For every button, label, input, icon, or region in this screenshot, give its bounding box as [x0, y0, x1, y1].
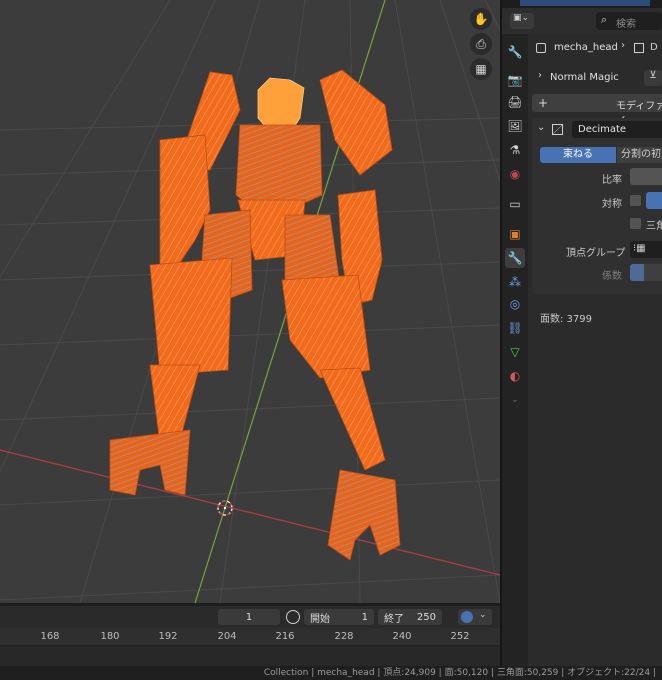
tab-unsubdivide-label: 分割の初	[621, 149, 661, 160]
add-modifier-button[interactable]: + モディファイ	[532, 94, 662, 127]
modifier-name: Decimate	[578, 124, 627, 135]
search-input[interactable]: ⌕ 検索	[596, 12, 662, 30]
start-frame-field[interactable]: 開始 1	[304, 609, 374, 625]
timeline-ruler[interactable]: 168 180 192 204 216 228 240 252	[0, 628, 500, 646]
tick-label: 228	[334, 631, 354, 642]
selection-strip	[520, 0, 650, 6]
3d-viewport[interactable]: ✋ ⎙ ▦	[0, 0, 500, 603]
material-icon[interactable]: ◐	[505, 366, 525, 386]
search-icon: ⌕	[601, 13, 608, 26]
tab-unsubdivide[interactable]: 分割の初	[617, 147, 662, 163]
factor-label: 係数	[602, 271, 622, 282]
tick-label: 180	[100, 631, 120, 642]
collection-icon[interactable]: ▭	[505, 194, 525, 214]
triangulate-label: 三角	[646, 221, 662, 232]
chevron-down-icon[interactable]: ⌄	[537, 122, 545, 133]
modifier-icon[interactable]: 🔧	[505, 248, 525, 268]
modifier-name-field[interactable]: Decimate	[572, 121, 662, 138]
tick-label: 240	[392, 631, 412, 642]
mecha-model[interactable]	[109, 69, 401, 561]
keying-icon	[461, 611, 473, 623]
chevron-down-icon: ⌄	[479, 610, 487, 620]
plus-icon: +	[538, 96, 549, 110]
start-label: 開始	[310, 613, 330, 625]
tool-icon[interactable]: 🔧	[505, 42, 525, 62]
breadcrumb: mecha_head › D	[528, 38, 662, 58]
tick-label: 216	[275, 631, 295, 642]
status-bar: Collection | mecha_head | 頂点:24,909 | 面:…	[0, 666, 662, 680]
factor-fill	[630, 264, 644, 281]
symmetry-label: 対称	[602, 199, 622, 210]
view-layer-icon[interactable]: 🖼	[505, 116, 525, 136]
viewport-scene	[0, 0, 500, 603]
symmetry-axis-button[interactable]	[646, 192, 662, 209]
timeline-tracks[interactable]	[0, 646, 500, 666]
ratio-label: 比率	[602, 175, 622, 186]
decimate-modifier-panel: ⌄ Decimate 束ねる 分割の初 比率 対称 三角 頂点グループ ⁝▦ 係…	[532, 118, 662, 325]
data-icon[interactable]: ▽	[505, 342, 525, 362]
editor-type-dropdown[interactable]: ▣⌄	[510, 13, 534, 29]
symmetry-checkbox[interactable]	[630, 195, 641, 206]
mecha-head-active	[257, 77, 305, 133]
object-name: Normal Magic	[550, 72, 619, 83]
output-icon[interactable]: 🖨	[505, 92, 525, 112]
vertex-group-icon: ⁝▦	[633, 243, 646, 254]
tab-collapse-label: 束ねる	[563, 149, 593, 160]
stopwatch-icon[interactable]	[286, 610, 300, 624]
grid-icon[interactable]: ▦	[470, 58, 492, 80]
keying-dropdown[interactable]: ⌄	[458, 609, 492, 625]
end-label: 終了	[384, 613, 404, 625]
current-frame-field[interactable]: 1	[218, 609, 280, 625]
timeline-header: 1 開始 1 終了 250 ⌄	[0, 606, 500, 628]
current-frame-value: 1	[245, 611, 253, 623]
triangulate-checkbox[interactable]	[630, 218, 641, 229]
render-icon[interactable]: 📷	[505, 70, 525, 90]
tick-label: 168	[40, 631, 60, 642]
search-placeholder: 検索	[616, 19, 636, 30]
constraints-icon[interactable]: ⛓	[505, 318, 525, 338]
object-icon[interactable]: ▣	[505, 224, 525, 244]
pin-icon[interactable]: ⊻	[644, 70, 662, 86]
hand-icon[interactable]: ✋	[470, 8, 492, 30]
properties-header: ▣⌄ ⌕ 検索	[502, 8, 662, 34]
end-frame-field[interactable]: 終了 250	[378, 609, 442, 625]
tick-label: 192	[158, 631, 178, 642]
properties-tabs: 🔧 📷 🖨 🖼 ⚗ ◉ ▭ ▣ 🔧 ⁂ ◎ ⛓ ▽ ◐ ⌄	[502, 34, 528, 666]
tab-collapse[interactable]: 束ねる	[540, 147, 616, 163]
scene-statistics: Collection | mecha_head | 頂点:24,909 | 面:…	[263, 668, 656, 678]
tick-label: 204	[217, 631, 237, 642]
camera-icon[interactable]: ⎙	[470, 33, 492, 55]
breadcrumb-next: D	[650, 42, 658, 53]
properties-panel: mecha_head › D › Normal Magic ⊻ + モディファイ…	[528, 34, 662, 666]
start-value: 1	[361, 611, 368, 623]
factor-slider[interactable]	[630, 264, 662, 281]
decimate-icon	[552, 124, 563, 135]
physics-icon[interactable]: ◎	[505, 294, 525, 314]
x-axis-line	[0, 449, 500, 576]
chevron-right-icon: ›	[621, 40, 625, 51]
scene-icon[interactable]: ⚗	[505, 140, 525, 160]
end-value: 250	[416, 611, 436, 623]
ratio-slider[interactable]	[630, 168, 662, 185]
world-icon[interactable]: ◉	[505, 164, 525, 184]
vertex-group-label: 頂点グループ	[566, 248, 626, 259]
chevron-right-icon: ›	[538, 70, 542, 81]
chevron-down-icon[interactable]: ⌄	[505, 390, 525, 410]
mesh-object-icon	[536, 43, 546, 53]
vertex-group-field[interactable]: ⁝▦	[630, 241, 662, 258]
modifier-wrench-icon	[634, 43, 644, 53]
face-count: 面数: 3799	[540, 314, 592, 325]
tick-label: 252	[450, 631, 470, 642]
breadcrumb-object: mecha_head	[554, 42, 618, 53]
object-name-row[interactable]: › Normal Magic ⊻	[528, 68, 662, 88]
particles-icon[interactable]: ⁂	[505, 272, 525, 292]
